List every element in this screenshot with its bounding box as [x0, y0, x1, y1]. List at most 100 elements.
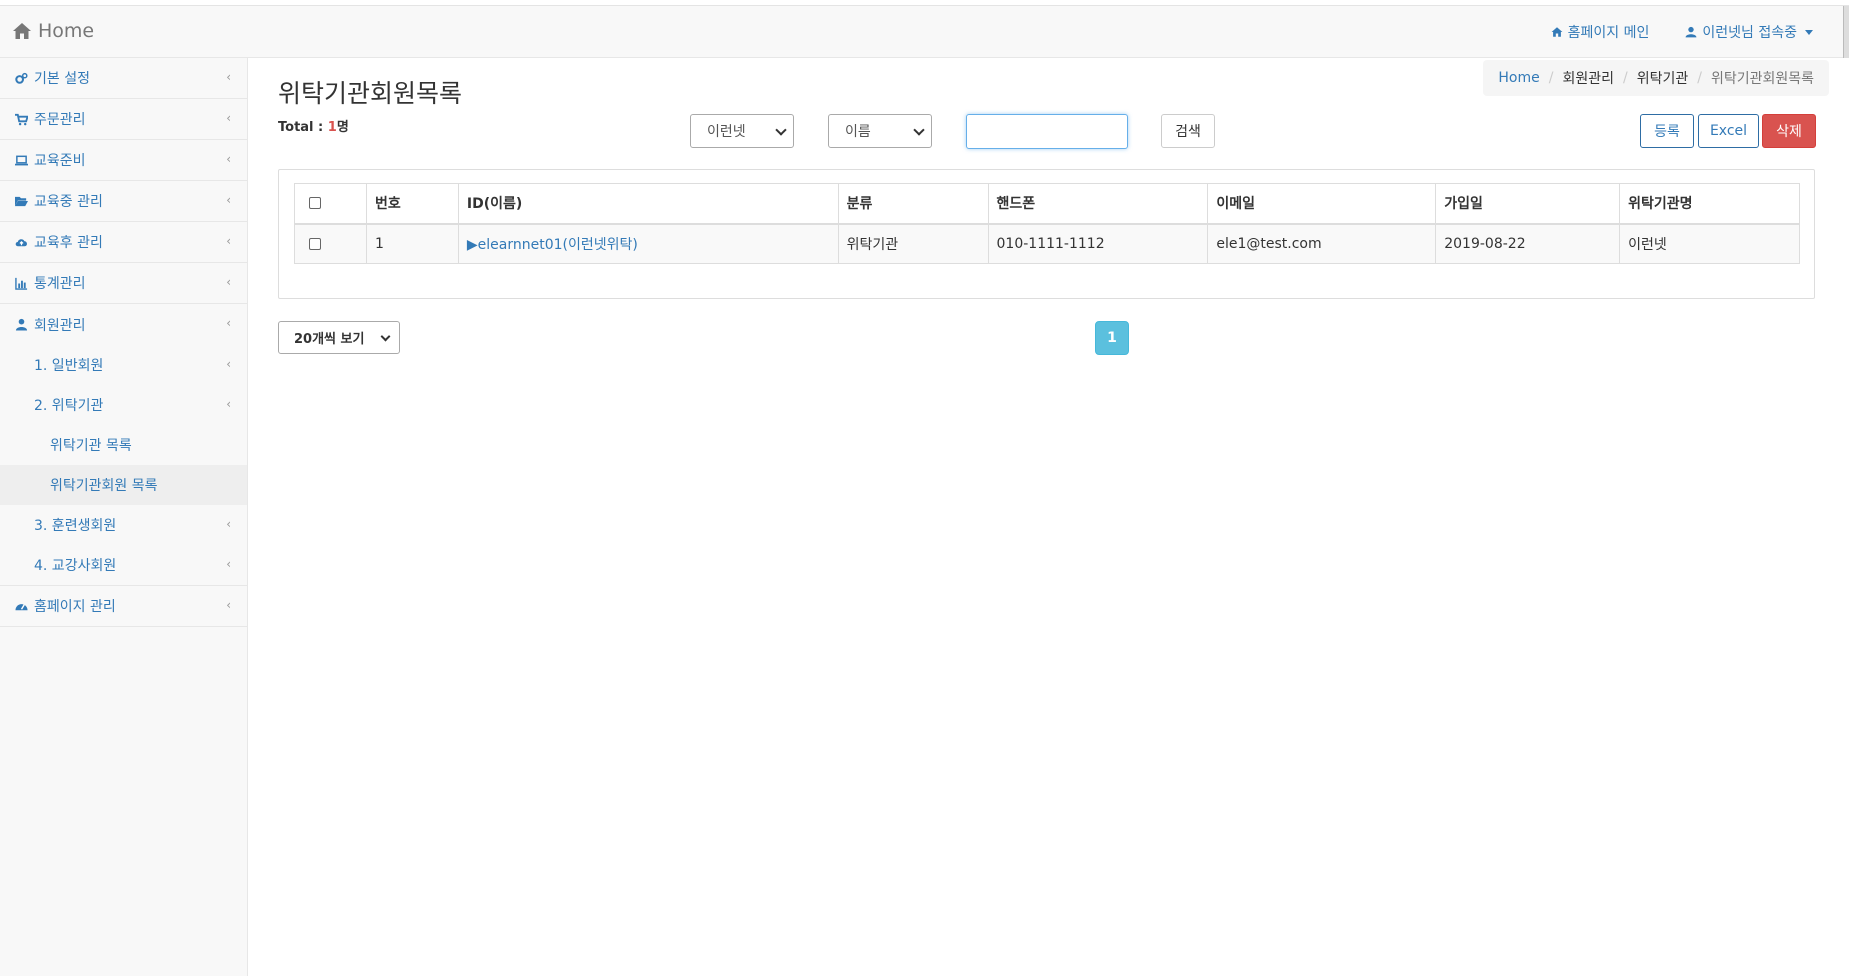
sidebar-item-homepage-management[interactable]: 홈페이지 관리 ‹	[0, 586, 247, 627]
user-menu-label: 이런넷님 접속중	[1702, 25, 1797, 41]
sidebar-item-members[interactable]: 회원관리 ‹	[0, 304, 247, 345]
column-header[interactable]: 핸드폰	[987, 183, 1209, 225]
table-row: 1 ▶elearnnet01(이런넷위탁) 위탁기관 010-1111-1112…	[294, 223, 1800, 264]
scrollbar[interactable]	[1843, 6, 1849, 58]
home-icon	[13, 23, 31, 39]
total-unit: 명	[336, 120, 349, 135]
register-button[interactable]: 등록	[1640, 114, 1694, 148]
main-content: 위탁기관회원목록 Home / 회원관리 / 위탁기관 / 위탁기관회원목록 T…	[248, 58, 1843, 976]
chevron-down-icon	[913, 124, 925, 136]
sidebar-item-basic-settings[interactable]: 기본 설정 ‹	[0, 58, 247, 99]
table-header-row: 번호 ID(이름) 분류 핸드폰 이메일 가입일 위탁기관명	[294, 183, 1800, 225]
caret-down-icon	[1805, 29, 1813, 35]
sidebar-sub-trainee-members[interactable]: 3. 훈련생회원 ‹	[0, 505, 247, 545]
chevron-down-icon	[775, 124, 787, 136]
sidebar-item-post-education[interactable]: 교육후 관리 ‹	[0, 222, 247, 263]
sidebar-item-orders[interactable]: 주문관리 ‹	[0, 99, 247, 140]
select-all-cell	[294, 183, 367, 225]
sidebar-item-label: 회원관리	[34, 317, 86, 334]
chevron-left-icon: ‹	[226, 152, 231, 166]
breadcrumb: Home / 회원관리 / 위탁기관 / 위탁기관회원목록	[1483, 60, 1829, 96]
sidebar-sub-consign-org[interactable]: 2. 위탁기관 ‹	[0, 385, 247, 425]
chevron-left-icon: ‹	[226, 557, 231, 571]
page-title: 위탁기관회원목록	[278, 79, 463, 108]
sidebar-sub-label: 3. 훈련생회원	[34, 518, 117, 534]
member-id-link[interactable]: ▶elearnnet01(이런넷위탁)	[467, 237, 638, 253]
sidebar-item-label: 통계관리	[34, 276, 86, 292]
breadcrumb-separator: /	[1697, 70, 1702, 86]
breadcrumb-separator: /	[1622, 70, 1628, 86]
column-header[interactable]: 이메일	[1207, 183, 1437, 225]
sidebar-sub-instructor-members[interactable]: 4. 교강사회원 ‹	[0, 545, 247, 585]
sidebar-item-education-prep[interactable]: 교육준비 ‹	[0, 140, 247, 181]
org-select[interactable]: 이런넷	[690, 114, 794, 148]
homepage-main-link[interactable]: 홈페이지 메인	[1551, 22, 1650, 42]
member-table: 번호 ID(이름) 분류 핸드폰 이메일 가입일 위탁기관명 1 ▶elearn…	[294, 183, 1800, 264]
folder-open-icon	[14, 194, 28, 208]
row-phone: 010-1111-1112	[987, 223, 1209, 264]
page-size-select[interactable]: 20개씩 보기	[278, 321, 400, 354]
sidebar-item-label: 교육중 관리	[34, 194, 103, 210]
search-field-select-value: 이름	[845, 124, 871, 140]
cogs-icon	[14, 71, 28, 85]
sidebar: 기본 설정 ‹ 주문관리 ‹ 교육준비 ‹ 교육중 관리 ‹ 교육후 관리 ‹ …	[0, 58, 248, 976]
chevron-left-icon: ‹	[226, 193, 231, 207]
chevron-left-icon: ‹	[226, 598, 231, 612]
sidebar-sub-consign-member-list[interactable]: 위탁기관회원 목록	[0, 465, 247, 505]
excel-button[interactable]: Excel	[1698, 114, 1759, 148]
breadcrumb-consign-org[interactable]: 위탁기관	[1637, 68, 1689, 88]
row-id-cell: ▶elearnnet01(이런넷위탁)	[457, 223, 839, 264]
sidebar-item-label: 교육준비	[34, 153, 86, 169]
cloud-upload-icon	[14, 235, 28, 249]
pagination-current-page[interactable]: 1	[1095, 321, 1129, 355]
sidebar-sub-consign-org-list[interactable]: 위탁기관 목록	[0, 425, 247, 465]
sidebar-sub-label: 위탁기관 목록	[50, 438, 132, 454]
row-number: 1	[365, 223, 459, 264]
sidebar-item-statistics[interactable]: 통계관리 ‹	[0, 263, 247, 304]
dashboard-icon	[14, 599, 28, 613]
row-category: 위탁기관	[837, 223, 989, 264]
sidebar-item-label: 주문관리	[34, 112, 86, 128]
breadcrumb-members[interactable]: 회원관리	[1562, 68, 1614, 88]
brand-home-link[interactable]: Home	[12, 20, 94, 42]
breadcrumb-home[interactable]: Home	[1498, 70, 1539, 86]
row-org-name: 이런넷	[1619, 223, 1800, 264]
total-number: 1	[327, 120, 337, 135]
column-header[interactable]: 분류	[837, 183, 989, 225]
sidebar-sub-label: 4. 교강사회원	[34, 558, 117, 574]
search-button[interactable]: 검색	[1161, 114, 1215, 148]
top-navbar: Home 홈페이지 메인 이런넷님 접속중	[0, 6, 1843, 58]
sidebar-sub-label: 2. 위탁기관	[34, 398, 104, 414]
chevron-left-icon: ‹	[226, 234, 231, 248]
search-input[interactable]	[966, 114, 1128, 149]
chevron-left-icon: ‹	[226, 316, 231, 330]
row-email: ele1@test.com	[1207, 223, 1437, 264]
sidebar-sub-general-members[interactable]: 1. 일반회원 ‹	[0, 345, 247, 385]
page-size-value: 20개씩 보기	[294, 332, 365, 347]
column-header[interactable]: 번호	[365, 183, 459, 225]
home-icon	[1551, 27, 1563, 37]
chevron-left-icon: ‹	[226, 357, 231, 371]
sidebar-item-label: 홈페이지 관리	[34, 599, 116, 615]
row-checkbox[interactable]	[309, 237, 321, 250]
breadcrumb-separator: /	[1548, 70, 1554, 86]
user-icon	[1685, 26, 1697, 38]
homepage-main-label: 홈페이지 메인	[1567, 25, 1650, 41]
total-label: Total :	[278, 120, 328, 135]
column-header[interactable]: 위탁기관명	[1619, 183, 1800, 225]
column-header[interactable]: ID(이름)	[457, 183, 839, 225]
chevron-left-icon: ‹	[226, 275, 231, 289]
search-field-select[interactable]: 이름	[828, 114, 932, 148]
member-table-panel: 번호 ID(이름) 분류 핸드폰 이메일 가입일 위탁기관명 1 ▶elearn…	[278, 169, 1815, 299]
user-menu-dropdown[interactable]: 이런넷님 접속중	[1685, 22, 1813, 42]
user-icon	[14, 318, 28, 332]
sidebar-item-in-education[interactable]: 교육중 관리 ‹	[0, 181, 247, 222]
sidebar-item-label: 교육후 관리	[34, 235, 103, 251]
brand-label: Home	[38, 20, 95, 42]
total-count: Total : 1명	[278, 116, 349, 135]
chevron-down-icon	[380, 331, 391, 342]
select-all-checkbox[interactable]	[309, 197, 321, 210]
org-select-value: 이런넷	[707, 124, 746, 140]
delete-button[interactable]: 삭제	[1762, 114, 1816, 148]
column-header[interactable]: 가입일	[1435, 183, 1621, 225]
